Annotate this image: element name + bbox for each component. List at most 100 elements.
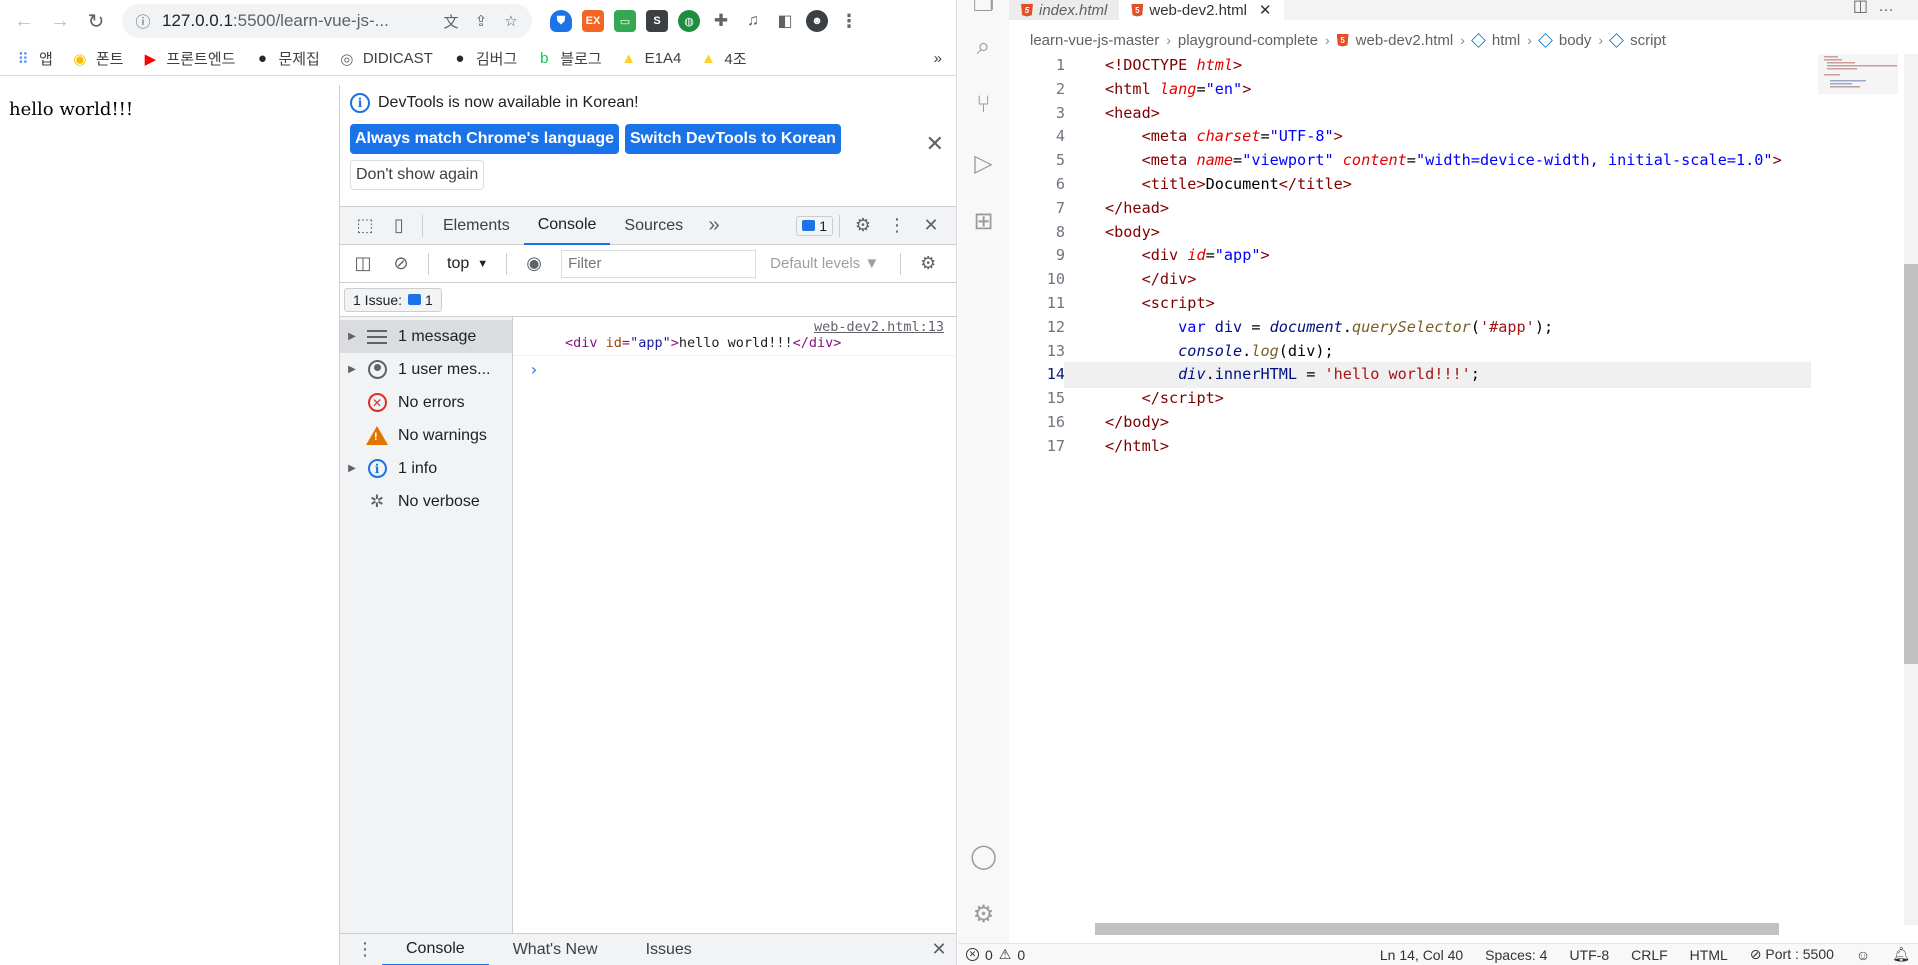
code-line[interactable]: 16 </body>	[1009, 411, 1810, 435]
expand-arrow-icon[interactable]: ▶	[340, 364, 364, 375]
code-line[interactable]: 7 </head>	[1009, 197, 1810, 221]
bookmark-item[interactable]: ▶ 프론트엔드	[141, 48, 236, 69]
close-drawer-icon[interactable]: ✕	[922, 933, 956, 965]
screen-extension-icon[interactable]: ▭	[614, 10, 636, 32]
dont-show-again-button[interactable]: Don't show again	[350, 160, 485, 190]
breadcrumb-item[interactable]: body	[1559, 32, 1592, 49]
live-expression-eye-icon[interactable]: ◉	[517, 247, 551, 281]
chrome-menu-icon[interactable]: ⋮	[838, 10, 860, 32]
share-icon[interactable]: ⇪	[470, 10, 492, 32]
inspect-element-icon[interactable]: ⬚	[348, 209, 382, 243]
code-line-current[interactable]: 14 div.innerHTML = 'hello world!!!';	[1009, 362, 1811, 389]
drawer-tab-issues[interactable]: Issues	[622, 934, 716, 965]
ex-extension-icon[interactable]: EX	[582, 10, 604, 32]
bookmark-item[interactable]: ◎ DIDICAST	[338, 50, 433, 68]
language-mode[interactable]: HTML	[1690, 947, 1728, 963]
vertical-scrollbar[interactable]	[1904, 54, 1918, 925]
settings-gear-icon[interactable]: ⚙	[846, 209, 880, 243]
tab-elements[interactable]: Elements	[429, 207, 524, 245]
minimap[interactable]	[1818, 54, 1898, 114]
code-line[interactable]: 8 <body>	[1009, 221, 1810, 245]
more-bookmarks-icon[interactable]: »	[934, 50, 942, 67]
run-debug-icon[interactable]: ▷	[958, 134, 1009, 192]
code-line[interactable]: 13 console.log(div);	[1009, 340, 1810, 364]
close-tab-icon[interactable]: ✕	[1259, 1, 1272, 19]
drawer-tab-whats-new[interactable]: What's New	[489, 934, 622, 965]
horizontal-scrollbar[interactable]	[1095, 923, 1779, 935]
breadcrumb-item[interactable]: learn-vue-js-master	[1030, 32, 1159, 49]
editor-tab-index[interactable]: 5 index.html	[1009, 0, 1120, 20]
code-line[interactable]: 4 <meta charset="UTF-8">	[1009, 125, 1810, 149]
translate-icon[interactable]: 文	[440, 10, 462, 32]
bookmark-item[interactable]: ● 김버그	[451, 48, 517, 69]
console-settings-gear-icon[interactable]: ⚙	[911, 247, 945, 281]
bookmark-item[interactable]: ⠿ 앱	[14, 48, 53, 69]
notifications-bell-icon[interactable]: 🔔︎	[1892, 946, 1910, 963]
always-match-language-button[interactable]: Always match Chrome's language	[350, 124, 619, 154]
sidebar-item-user-messages[interactable]: ▶ 1 user mes...	[340, 353, 512, 386]
toggle-sidebar-icon[interactable]: ◫	[346, 247, 380, 281]
more-actions-icon[interactable]: …	[1878, 0, 1904, 15]
log-levels-dropdown[interactable]: Default levels ▼	[770, 255, 890, 272]
issues-chip[interactable]: 1 Issue: 1	[344, 287, 442, 312]
code-line[interactable]: 9 <div id="app">	[1009, 244, 1810, 268]
media-control-icon[interactable]: ♫	[742, 10, 764, 32]
editor-tab-web-dev2[interactable]: 5 web-dev2.html ✕	[1119, 0, 1284, 20]
devtools-menu-icon[interactable]: ⋮	[880, 209, 914, 243]
sidebar-item-messages[interactable]: ▶ 1 message	[340, 320, 512, 353]
drawer-tab-console[interactable]: Console	[382, 934, 489, 965]
code-line[interactable]: 15 </script>	[1009, 387, 1810, 411]
issues-badge[interactable]: 1	[796, 215, 833, 236]
bookmark-item[interactable]: ◉ 폰트	[71, 48, 123, 69]
sidebar-item-errors[interactable]: ✕ No errors	[340, 386, 512, 419]
forward-button[interactable]: →	[44, 5, 76, 37]
code-line[interactable]: 11 <script>	[1009, 292, 1810, 316]
explorer-icon[interactable]: ❐	[958, 0, 1009, 18]
expand-arrow-icon[interactable]: ▶	[340, 463, 364, 474]
source-control-icon[interactable]: ⑂	[958, 76, 1009, 134]
code-line[interactable]: 2 <html lang="en">	[1009, 78, 1810, 102]
device-toolbar-icon[interactable]: ▯	[382, 209, 416, 243]
sidebar-item-verbose[interactable]: ✲ No verbose	[340, 485, 512, 518]
code-line[interactable]: 1 <!DOCTYPE html>	[1009, 54, 1810, 78]
bitwarden-extension-icon[interactable]: ⛊	[550, 10, 572, 32]
extensions-puzzle-icon[interactable]: ✚	[710, 10, 732, 32]
back-button[interactable]: ←	[8, 5, 40, 37]
profile-avatar[interactable]: ☻	[806, 10, 828, 32]
code-line[interactable]: 5 <meta name="viewport" content="width=d…	[1009, 149, 1810, 173]
bookmark-item[interactable]: ▲ 4조	[699, 48, 747, 69]
earth-extension-icon[interactable]: ◍	[678, 10, 700, 32]
reload-button[interactable]: ↻	[80, 5, 112, 37]
line-ending[interactable]: CRLF	[1631, 947, 1668, 963]
code-line[interactable]: 12 var div = document.querySelector('#ap…	[1009, 316, 1810, 340]
console-prompt[interactable]: ›	[513, 356, 956, 379]
indentation[interactable]: Spaces: 4	[1485, 947, 1547, 963]
context-selector[interactable]: top ▼	[439, 255, 496, 273]
log-source-link[interactable]: web-dev2.html:13	[565, 319, 944, 335]
more-tabs-icon[interactable]: »	[697, 209, 731, 243]
site-info-icon[interactable]: ⓘ	[132, 10, 154, 32]
code-line[interactable]: 10 </div>	[1009, 268, 1810, 292]
bookmark-item[interactable]: ▲ E1A4	[620, 50, 681, 68]
drawer-menu-icon[interactable]: ⋮	[348, 933, 382, 965]
s-extension-icon[interactable]: S	[646, 10, 668, 32]
switch-to-korean-button[interactable]: Switch DevTools to Korean	[625, 124, 841, 154]
breadcrumb-item[interactable]: html	[1492, 32, 1520, 49]
split-editor-icon[interactable]: ◫	[1853, 0, 1878, 15]
bookmark-star-icon[interactable]: ☆	[500, 10, 522, 32]
expand-arrow-icon[interactable]: ▶	[340, 331, 364, 342]
side-panel-icon[interactable]: ◧	[774, 10, 796, 32]
feedback-icon[interactable]: ☺	[1856, 947, 1870, 963]
clear-console-icon[interactable]: ⊘	[384, 247, 418, 281]
filter-input[interactable]	[561, 249, 757, 278]
file-encoding[interactable]: UTF-8	[1569, 947, 1609, 963]
address-bar[interactable]: ⓘ 127.0.0.1:5500/learn-vue-js-... 文 ⇪ ☆	[122, 4, 532, 38]
code-line[interactable]: 3 <head>	[1009, 102, 1810, 126]
search-icon[interactable]: ⌕	[958, 18, 1009, 76]
url-text[interactable]: 127.0.0.1:5500/learn-vue-js-...	[162, 11, 432, 31]
bookmark-item[interactable]: ● 문제집	[253, 48, 320, 69]
tab-console[interactable]: Console	[523, 207, 611, 245]
cursor-position[interactable]: Ln 14, Col 40	[1380, 947, 1463, 963]
infobar-close-icon[interactable]: ✕	[926, 131, 944, 157]
vertical-scrollbar-thumb[interactable]	[1904, 264, 1918, 664]
